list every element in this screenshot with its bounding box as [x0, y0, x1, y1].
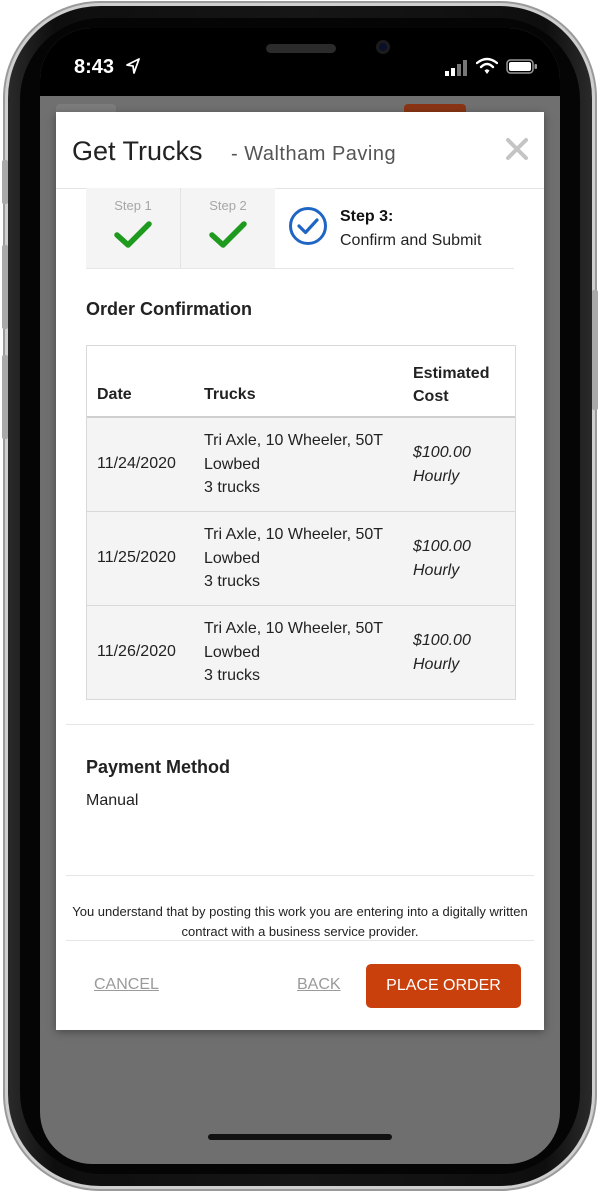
row-cost-amount: $100.00 — [413, 538, 471, 555]
column-header-cost-line-1: Estimated — [413, 365, 490, 382]
location-arrow-icon — [126, 58, 140, 74]
check-circle-icon — [289, 207, 327, 245]
modal-title: Get Trucks — [72, 136, 203, 166]
volume-up-button — [2, 245, 8, 329]
order-confirmation-heading: Order Confirmation — [86, 299, 253, 319]
column-header-estimated-cost: Estimated Cost — [413, 362, 503, 408]
step-3-description: Confirm and Submit — [340, 232, 482, 249]
row-truck-types: Tri Axle, 10 Wheeler, 50T — [204, 526, 384, 543]
status-bar: 8:43 — [40, 28, 560, 96]
row-trucks: Tri Axle, 10 Wheeler, 50T Lowbed 3 truck… — [204, 617, 383, 688]
column-header-trucks: Trucks — [204, 386, 256, 403]
step-2-label: Step 2 — [209, 198, 247, 213]
payment-method-heading: Payment Method — [86, 757, 231, 777]
back-button[interactable]: BACK — [297, 976, 341, 994]
row-cost-rate: Hourly — [413, 655, 460, 673]
row-truck-count: 3 trucks — [204, 479, 261, 496]
place-order-button[interactable]: PLACE ORDER — [366, 964, 521, 1008]
table-row: 11/25/2020 Tri Axle, 10 Wheeler, 50T Low… — [87, 512, 515, 606]
row-truck-count: 3 trucks — [204, 573, 261, 590]
row-cost: $100.00 Hourly — [413, 629, 471, 676]
status-time: 8:43 — [74, 56, 115, 78]
contract-disclaimer: You understand that by posting this work… — [72, 904, 528, 939]
row-date: 11/24/2020 — [97, 455, 176, 472]
divider — [66, 940, 534, 941]
get-trucks-modal: Get Trucks Waltham Paving Step 1 Step 2 — [56, 112, 544, 1030]
row-cost: $100.00 Hourly — [413, 535, 471, 582]
battery-icon — [506, 59, 537, 74]
home-indicator — [208, 1134, 392, 1140]
column-header-date: Date — [97, 386, 132, 403]
payment-method-value: Manual — [86, 792, 139, 809]
checkmark-icon — [114, 221, 152, 248]
row-cost-amount: $100.00 — [413, 444, 471, 461]
checkmark-icon — [209, 221, 247, 248]
phone-screen: 8:43 Get Trucks Waltham Paving — [40, 28, 560, 1164]
row-cost-amount: $100.00 — [413, 632, 471, 649]
close-icon[interactable] — [504, 136, 530, 162]
row-trucks: Tri Axle, 10 Wheeler, 50T Lowbed 3 truck… — [204, 523, 383, 594]
order-table: Date Trucks Estimated Cost 11/24/2020 Tr… — [86, 345, 516, 700]
divider — [66, 875, 534, 876]
wifi-icon — [476, 57, 498, 74]
row-trucks: Tri Axle, 10 Wheeler, 50T Lowbed 3 truck… — [204, 429, 383, 500]
power-button — [592, 290, 598, 410]
row-cost-rate: Hourly — [413, 467, 460, 485]
step-progress: Step 1 Step 2 Step 3: Confirm and Submit — [86, 188, 514, 269]
cellular-signal-icon — [445, 60, 467, 76]
step-1-label: Step 1 — [114, 198, 152, 213]
step-2: Step 2 — [181, 188, 275, 268]
row-cost-rate: Hourly — [413, 561, 460, 579]
front-camera — [376, 40, 390, 54]
cancel-button[interactable]: CANCEL — [94, 976, 159, 994]
modal-subtitle: Waltham Paving — [231, 143, 396, 166]
row-truck-equipment: Lowbed — [204, 549, 261, 567]
row-date: 11/25/2020 — [97, 549, 176, 566]
volume-down-button — [2, 355, 8, 439]
divider — [66, 724, 534, 725]
step-1: Step 1 — [86, 188, 181, 268]
table-row: 11/24/2020 Tri Axle, 10 Wheeler, 50T Low… — [87, 418, 515, 512]
row-date: 11/26/2020 — [97, 643, 176, 660]
speaker-grille — [266, 44, 336, 53]
row-truck-count: 3 trucks — [204, 667, 261, 684]
row-cost: $100.00 Hourly — [413, 441, 471, 488]
row-truck-equipment: Lowbed — [204, 643, 261, 661]
column-header-cost-line-2: Cost — [413, 388, 449, 405]
row-truck-equipment: Lowbed — [204, 455, 261, 473]
table-row: 11/26/2020 Tri Axle, 10 Wheeler, 50T Low… — [87, 606, 515, 699]
step-3-label: Step 3: — [340, 208, 394, 225]
row-truck-types: Tri Axle, 10 Wheeler, 50T — [204, 620, 384, 637]
silent-switch — [2, 160, 8, 204]
modal-header: Get Trucks Waltham Paving — [56, 112, 544, 189]
row-truck-types: Tri Axle, 10 Wheeler, 50T — [204, 432, 384, 449]
table-header: Date Trucks Estimated Cost — [87, 346, 515, 418]
